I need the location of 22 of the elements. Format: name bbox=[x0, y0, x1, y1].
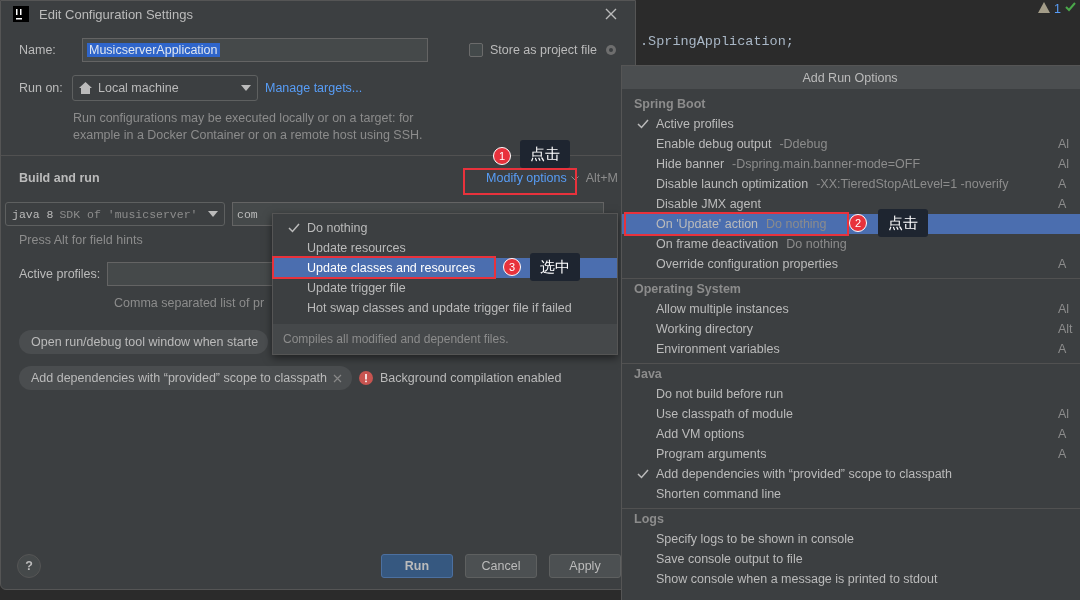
field-hints-text: Press Alt for field hints bbox=[19, 233, 143, 247]
shortcut-label: Alt+M bbox=[585, 171, 618, 185]
active-profiles-hint: Comma separated list of pr bbox=[114, 296, 265, 310]
window-title: Edit Configuration Settings bbox=[39, 6, 194, 22]
code-line: .SpringApplication; bbox=[640, 34, 794, 49]
section-header: Java bbox=[633, 366, 663, 383]
store-label: Store as project file bbox=[490, 43, 597, 57]
step-tooltip: 选中 bbox=[530, 253, 580, 281]
warning-text: Background compilation enabled bbox=[380, 371, 562, 385]
section-header: Operating System bbox=[633, 281, 742, 298]
section-header: Spring Boot bbox=[633, 96, 707, 113]
popup-footer: Compiles all modified and dependent files. bbox=[273, 324, 617, 354]
step-tooltip: 点击 bbox=[878, 209, 928, 237]
active-profiles-label: Active profiles: bbox=[19, 267, 101, 281]
menu-title: Add Run Options bbox=[622, 66, 1080, 89]
name-label: Name: bbox=[19, 43, 57, 57]
warning-count: 1 bbox=[1054, 2, 1061, 16]
run-on-hint: Run configurations may be executed locally or on a target: for example in a Docker Container or on a remote host using SSH. bbox=[73, 110, 424, 144]
run-on-label: Run on: bbox=[19, 81, 64, 95]
section-title: Build and run bbox=[19, 171, 101, 185]
step-tooltip: 点击 bbox=[520, 140, 570, 168]
section-header: Logs bbox=[633, 511, 665, 528]
